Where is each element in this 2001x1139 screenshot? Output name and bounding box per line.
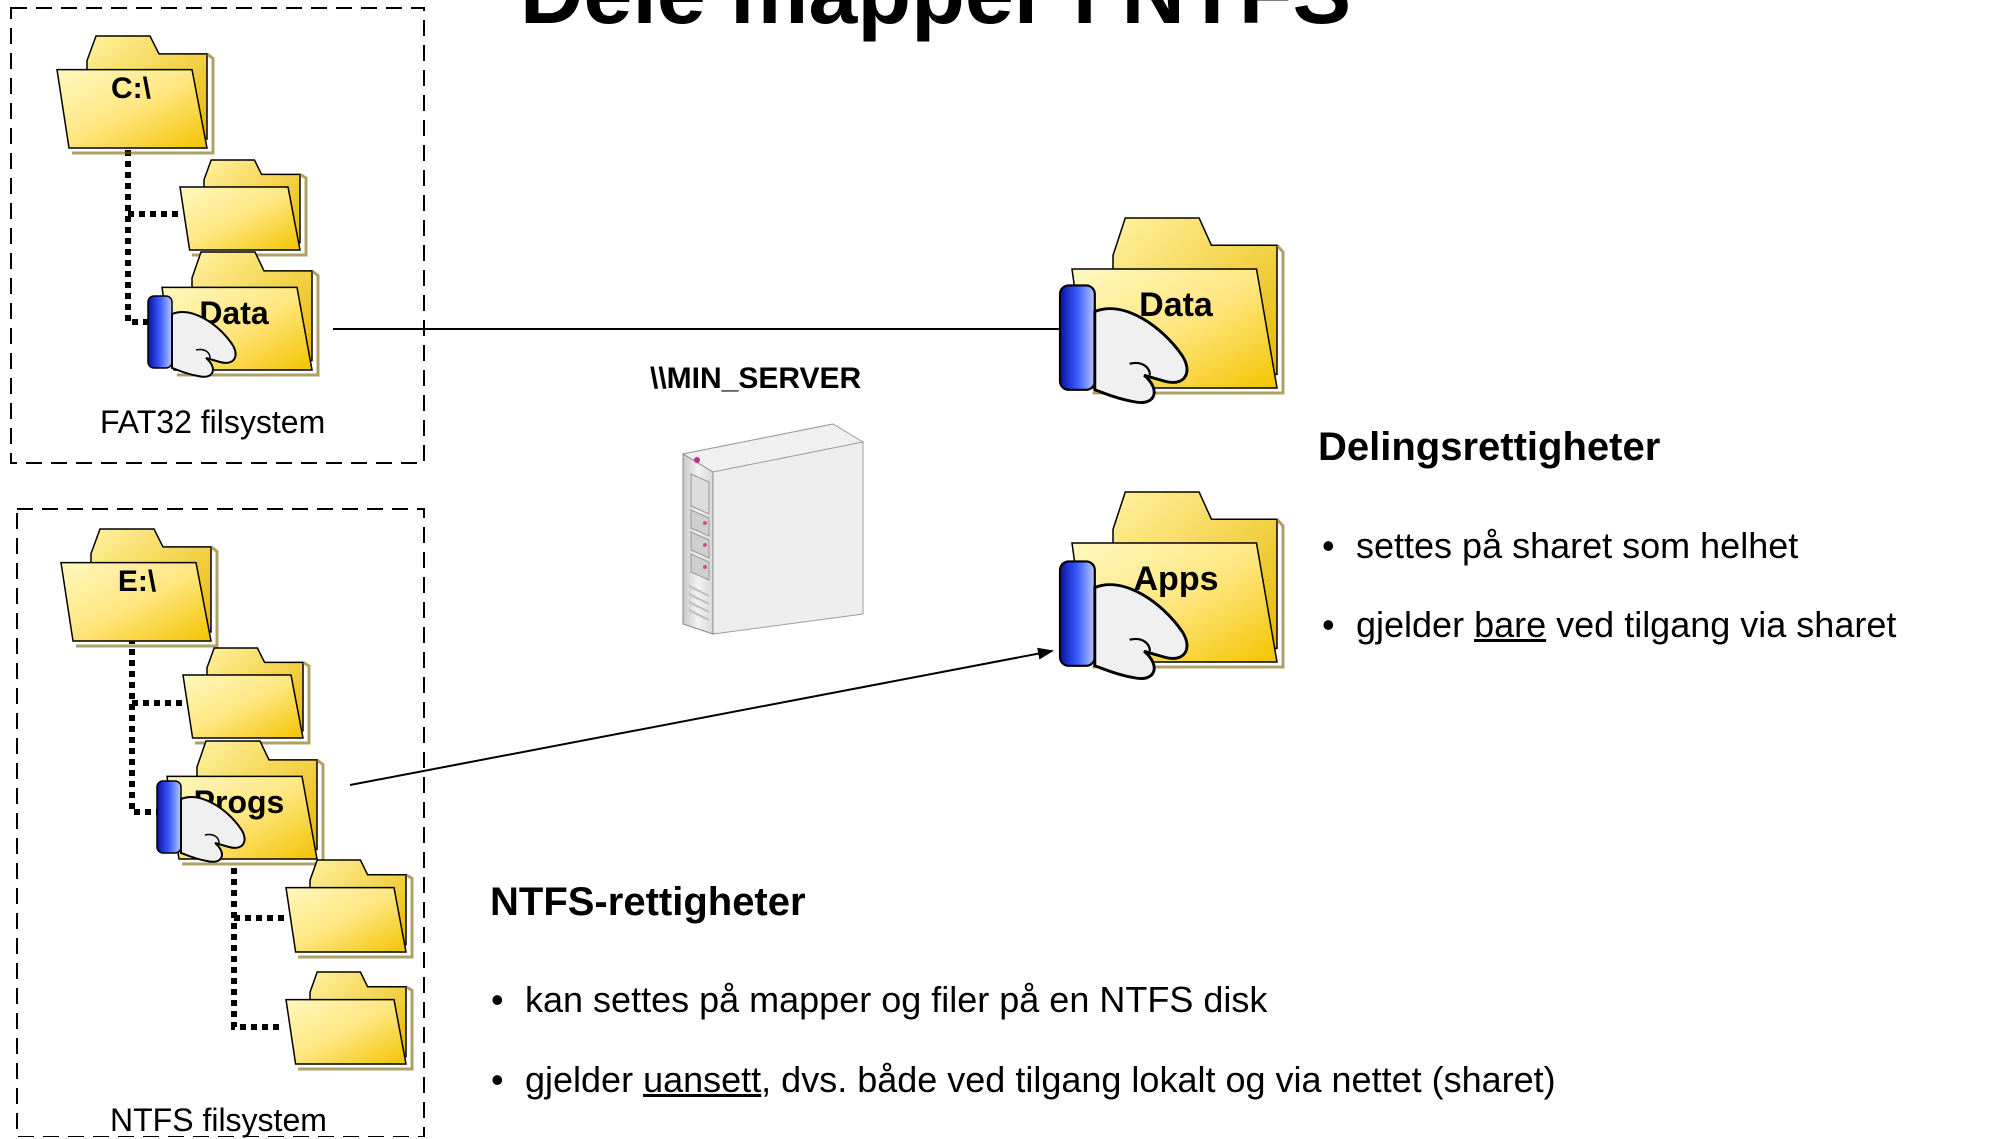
share-data-folder-icon: Data bbox=[1058, 217, 1285, 404]
subfolder-icon bbox=[285, 971, 414, 1071]
page-title: Dele mapper i NTFS bbox=[0, 0, 1936, 44]
share-apps-label: Apps bbox=[1134, 560, 1219, 598]
share-permissions-heading: Delingsrettigheter bbox=[1318, 425, 1661, 469]
ntfs-progs-folder-icon: Progs bbox=[156, 740, 325, 866]
bullet-text: kan settes på mapper og filer på en NTFS… bbox=[525, 979, 1268, 1020]
ntfs-permissions-bullet-1: kan settes på mapper og filer på en NTFS… bbox=[487, 960, 1556, 1040]
bullet-text: gjelder bbox=[525, 1059, 644, 1100]
share-permissions-list: settes på sharet som helhet gjelder bare… bbox=[1318, 506, 1896, 664]
ntfs-permissions-bullet-2: gjelder uansett, dvs. både ved tilgang l… bbox=[487, 1040, 1556, 1120]
subfolder-icon bbox=[179, 159, 308, 257]
share-link-apps bbox=[349, 647, 1054, 786]
share-permissions-bullet-1: settes på sharet som helhet bbox=[1318, 506, 1896, 585]
drive-e-folder-icon: E:\ bbox=[60, 528, 219, 648]
ntfs-permissions-heading: NTFS-rettigheter bbox=[490, 880, 806, 924]
bullet-underlined: uansett bbox=[643, 1059, 762, 1100]
ntfs-permissions-list: kan settes på mapper og filer på en NTFS… bbox=[487, 960, 1556, 1120]
drive-c-label: C:\ bbox=[111, 72, 152, 105]
fat32-data-folder-icon: Data bbox=[147, 251, 320, 378]
subfolder-icon bbox=[285, 859, 414, 959]
ntfs-filesystem-label: NTFS filsystem bbox=[110, 1102, 327, 1138]
share-permissions-bullet-2: gjelder bare ved tilgang via sharet bbox=[1318, 585, 1896, 664]
drive-c-folder-icon: C:\ bbox=[56, 35, 215, 155]
subfolder-icon bbox=[182, 647, 311, 745]
server-icon bbox=[681, 423, 865, 635]
bullet-text: settes på sharet som helhet bbox=[1356, 525, 1799, 566]
bullet-text-after: ved tilgang via sharet bbox=[1546, 604, 1897, 645]
share-apps-folder-icon: Apps bbox=[1058, 491, 1285, 680]
bullet-text: gjelder bbox=[1356, 604, 1475, 645]
server-name: \\MIN_SERVER bbox=[650, 362, 862, 395]
fat32-filesystem-label: FAT32 filsystem bbox=[100, 404, 326, 440]
bullet-underlined: bare bbox=[1474, 604, 1547, 645]
bullet-text-after: , dvs. både ved tilgang lokalt og via ne… bbox=[761, 1059, 1556, 1100]
drive-e-label: E:\ bbox=[118, 565, 157, 598]
share-data-label: Data bbox=[1139, 286, 1214, 324]
